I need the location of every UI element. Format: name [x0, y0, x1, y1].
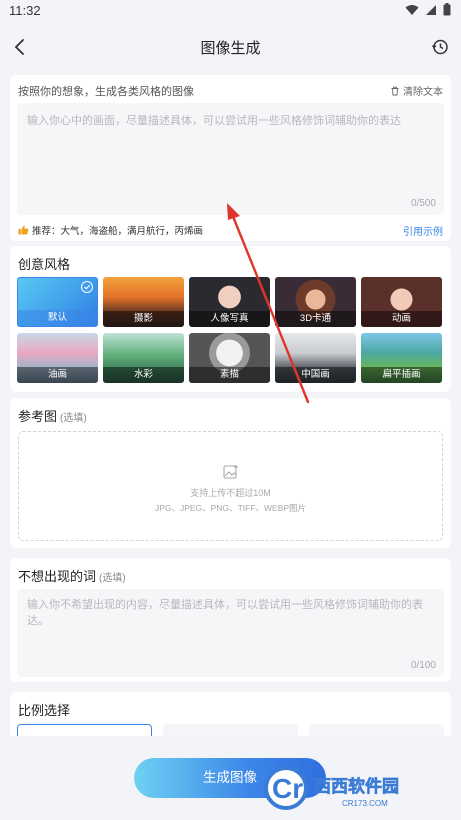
battery-icon	[443, 3, 451, 16]
style-label: 3D卡通	[275, 311, 356, 327]
style-tile-chinese-painting[interactable]: 中国画	[275, 333, 356, 383]
prompt-hint: 按照你的想象，生成各类风格的图像	[18, 86, 194, 98]
reference-optional: (选填)	[60, 413, 87, 424]
page-title: 图像生成	[200, 40, 261, 57]
creative-style-title: 创意风格	[18, 257, 71, 272]
recommend-row: 推荐：大气，海盗船，满月航行，丙烯画	[18, 223, 203, 237]
check-icon	[81, 281, 93, 293]
style-tile-flat-illustration[interactable]: 扁平插画	[361, 333, 442, 383]
style-tile-3d-cartoon[interactable]: 3D卡通	[275, 277, 356, 327]
ratio-option[interactable]	[163, 724, 298, 736]
style-label: 中国画	[275, 367, 356, 383]
cite-example-link[interactable]: 引用示例	[403, 223, 443, 238]
negative-input-box: 0/100	[17, 589, 444, 677]
style-label: 油画	[17, 367, 98, 383]
status-time: 11:32	[9, 3, 41, 18]
style-label: 水彩	[103, 367, 184, 383]
prompt-char-counter: 0/500	[410, 198, 436, 209]
upload-area[interactable]: 支持上传不超过10M JPG、JPEG、PNG、TIFF、WEBP图片	[18, 431, 443, 541]
negative-input[interactable]	[17, 589, 444, 677]
upload-format-text: JPG、JPEG、PNG、TIFF、WEBP图片	[154, 503, 307, 513]
negative-char-counter: 0/100	[410, 660, 436, 671]
recommend-text: 推荐：大气，海盗船，满月航行，丙烯画	[32, 226, 204, 237]
style-label: 默认	[18, 310, 97, 326]
style-tile-watercolor[interactable]: 水彩	[103, 333, 184, 383]
svg-text:Cr: Cr	[272, 773, 303, 804]
style-grid: 默认 摄影 人像写真 3D卡通 动画 油画 水彩 素描 中国画 扁平插画	[17, 277, 444, 383]
image-upload-icon	[223, 465, 238, 479]
status-icons	[405, 3, 451, 16]
negative-title-text: 不想出现的词	[18, 569, 97, 584]
style-label: 动画	[361, 311, 442, 327]
reference-title-text: 参考图	[18, 409, 58, 424]
style-tile-oil-painting[interactable]: 油画	[17, 333, 98, 383]
negative-words-card: 不想出现的词(选填) 0/100	[10, 558, 451, 682]
style-tile-anime[interactable]: 动画	[361, 277, 442, 327]
ratio-title: 比例选择	[18, 703, 71, 718]
wifi-icon	[405, 4, 419, 15]
negative-title: 不想出现的词 (选填)	[18, 566, 126, 585]
nav-bar: 图像生成	[0, 22, 461, 72]
style-tile-default[interactable]: 默认	[17, 277, 98, 327]
watermark-brand: 西西软件园	[314, 776, 399, 797]
style-tile-portrait[interactable]: 人像写真	[189, 277, 270, 327]
reference-image-card: 参考图 (选填) 支持上传不超过10M JPG、JPEG、PNG、TIFF、WEB…	[10, 398, 451, 548]
prompt-input[interactable]	[17, 103, 444, 215]
prompt-input-box: 0/500	[17, 103, 444, 215]
style-label: 摄影	[103, 311, 184, 327]
clear-text-label: 清除文本	[403, 87, 443, 98]
history-icon[interactable]	[431, 38, 449, 56]
creative-style-card: 创意风格 默认 摄影 人像写真 3D卡通 动画 油画 水彩 素描 中国画 扁平插…	[10, 246, 451, 392]
ratio-option[interactable]	[17, 724, 152, 736]
style-label: 扁平插画	[361, 367, 442, 383]
ratio-card: 比例选择	[10, 692, 451, 736]
thumbs-up-icon	[18, 225, 29, 235]
style-tile-sketch[interactable]: 素描	[189, 333, 270, 383]
upload-size-text: 支持上传不超过10M	[190, 488, 271, 498]
ratio-option[interactable]	[309, 724, 444, 736]
prompt-card: 按照你的想象，生成各类风格的图像 清除文本 0/500 推荐：大气，海盗船，满月…	[10, 75, 451, 241]
style-label: 素描	[189, 367, 270, 383]
style-tile-photography[interactable]: 摄影	[103, 277, 184, 327]
watermark-logo: Cr 西西软件园 CR173.COM	[262, 762, 442, 812]
reference-title: 参考图 (选填)	[18, 406, 87, 425]
signal-icon	[426, 4, 436, 15]
trash-icon	[391, 86, 399, 95]
negative-optional: (选填)	[99, 573, 126, 584]
clear-text-button[interactable]: 清除文本	[390, 83, 443, 98]
watermark-url: CR173.COM	[342, 799, 388, 808]
status-bar: 11:32	[0, 0, 461, 22]
style-label: 人像写真	[189, 311, 270, 327]
